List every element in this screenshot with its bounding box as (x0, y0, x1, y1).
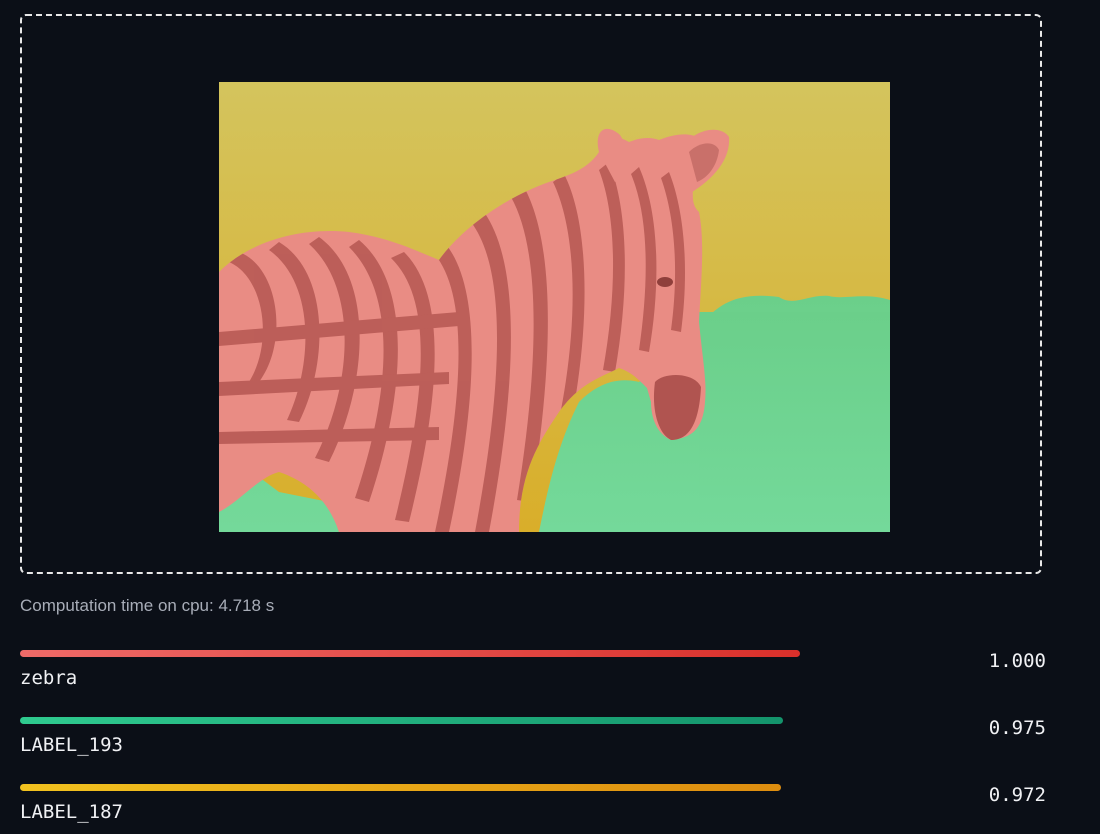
confidence-bar-track (20, 717, 800, 725)
result-label: LABEL_187 (20, 801, 123, 823)
result-label: LABEL_193 (20, 734, 123, 756)
computation-time-caption: Computation time on cpu: 4.718 s (20, 596, 275, 615)
confidence-bar-track (20, 784, 800, 792)
confidence-bar-zebra (20, 650, 800, 657)
confidence-bar-track (20, 650, 800, 658)
confidence-bar-label-187 (20, 784, 781, 791)
result-score: 0.972 (988, 784, 1046, 806)
result-label: zebra (20, 667, 78, 689)
confidence-bar-label-193 (20, 717, 783, 724)
result-score: 1.000 (988, 650, 1046, 672)
result-score: 0.975 (988, 717, 1046, 739)
result-row-label-187: LABEL_187 0.972 (20, 784, 1050, 834)
segmentation-image (219, 82, 890, 532)
segmentation-output-frame (20, 14, 1042, 574)
result-row-zebra: zebra 1.000 (20, 650, 1050, 706)
result-row-label-193: LABEL_193 0.975 (20, 717, 1050, 773)
